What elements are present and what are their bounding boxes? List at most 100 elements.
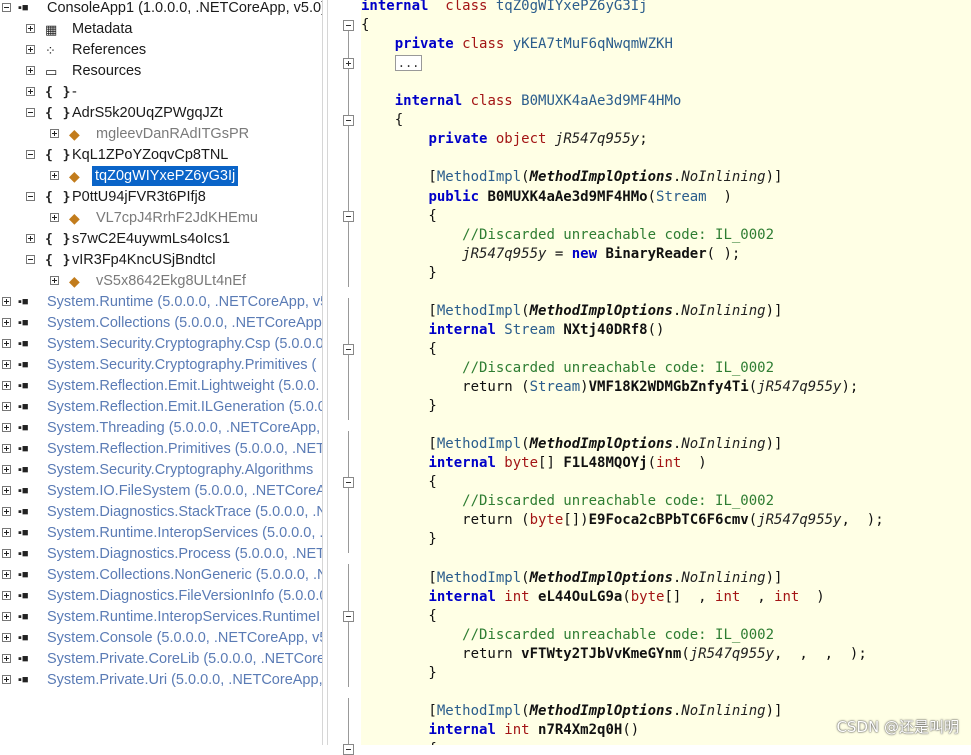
collapse-toggle-icon[interactable] xyxy=(26,192,35,201)
code-token: ( xyxy=(748,379,758,395)
code-token: () xyxy=(622,721,640,738)
tree-item-label: System.IO.FileSystem (5.0.0.0, .NETCoreA… xyxy=(47,483,322,499)
expand-toggle-icon[interactable] xyxy=(2,360,11,369)
expand-toggle-icon[interactable] xyxy=(2,318,11,327)
expand-toggle-icon[interactable] xyxy=(26,234,35,243)
class-icon: ◆ xyxy=(69,168,80,184)
expand-toggle-icon[interactable] xyxy=(50,213,59,222)
code-token: MethodImpl xyxy=(436,702,522,719)
collapse-region-icon[interactable] xyxy=(343,211,354,222)
expand-toggle-icon[interactable] xyxy=(2,654,11,663)
tree-item-label: System.Security.Cryptography.Primitives … xyxy=(47,357,317,373)
code-token: F1L48MQOYj xyxy=(563,455,648,472)
code-token: return xyxy=(361,645,522,662)
expand-toggle-icon[interactable] xyxy=(2,675,11,684)
tree-item-label: System.Threading (5.0.0.0, .NETCoreApp, … xyxy=(47,420,322,436)
expand-toggle-icon[interactable] xyxy=(2,486,11,495)
tree-item-label: System.Runtime.InteropServices.RuntimeI xyxy=(47,609,321,625)
expand-toggle-icon[interactable] xyxy=(2,297,11,306)
fold-guide-line xyxy=(348,698,349,744)
collapse-toggle-icon[interactable] xyxy=(26,150,35,159)
code-token: int xyxy=(715,588,741,605)
collapse-toggle-icon[interactable] xyxy=(2,3,11,12)
expand-toggle-icon[interactable] xyxy=(26,66,35,75)
expand-toggle-icon[interactable] xyxy=(2,402,11,411)
code-token: tqZ0gWIYxePZ6yG3Ij xyxy=(487,0,648,14)
code-token: eL44OuLG9a xyxy=(529,588,623,605)
code-token: private xyxy=(428,131,488,148)
expand-toggle-icon[interactable] xyxy=(2,549,11,558)
code-line: jR547q955y = new BinaryReader( ); xyxy=(361,245,740,264)
code-editor[interactable]: internal class tqZ0gWIYxePZ6yG3Ij{ priva… xyxy=(361,0,971,745)
code-line: { xyxy=(361,207,436,226)
tree-item-label: vIR3Fp4KncUSjBndtcl xyxy=(72,252,216,268)
code-token: jR547q955y xyxy=(757,512,842,529)
code-token: ( ); xyxy=(706,245,741,262)
folder-icon: ▭ xyxy=(45,64,58,79)
fold-guide-line xyxy=(348,222,349,287)
code-token: )] xyxy=(765,169,783,186)
collapse-region-icon[interactable] xyxy=(343,477,354,488)
namespace-icon: { } xyxy=(45,85,72,100)
assembly-icon: ▪■ xyxy=(18,590,29,602)
fold-guide-line xyxy=(348,431,349,477)
collapse-region-icon[interactable] xyxy=(343,344,354,355)
expand-toggle-icon[interactable] xyxy=(26,24,35,33)
fold-guide-line xyxy=(348,298,349,344)
assembly-icon: ▪■ xyxy=(18,653,29,665)
collapse-region-icon[interactable] xyxy=(343,611,354,622)
expand-toggle-icon[interactable] xyxy=(2,381,11,390)
code-line: { xyxy=(361,16,369,35)
expand-toggle-icon[interactable] xyxy=(2,612,11,621)
code-token: MethodImpl xyxy=(436,436,522,453)
code-token: byte xyxy=(529,512,564,529)
collapse-toggle-icon[interactable] xyxy=(26,108,35,117)
expand-toggle-icon[interactable] xyxy=(2,507,11,516)
expand-toggle-icon[interactable] xyxy=(2,633,11,642)
collapse-toggle-icon[interactable] xyxy=(26,255,35,264)
tree-item-label: System.Security.Cryptography.Algorithms xyxy=(47,462,314,478)
code-token: BinaryReader xyxy=(597,245,707,262)
code-token: MethodImplOptions xyxy=(529,436,673,453)
code-token: )] xyxy=(765,302,783,319)
assembly-icon: ▪■ xyxy=(18,548,29,560)
collapse-region-icon[interactable] xyxy=(343,744,354,755)
expand-toggle-icon[interactable] xyxy=(2,423,11,432)
code-token: n7R4Xm2q0H xyxy=(529,721,623,738)
expand-toggle-icon[interactable] xyxy=(2,444,11,453)
assembly-icon: ▪■ xyxy=(18,317,29,329)
tree-item-label: ConsoleApp1 (1.0.0.0, .NETCoreApp, v5.0) xyxy=(47,0,322,16)
expand-toggle-icon[interactable] xyxy=(2,570,11,579)
expand-toggle-icon[interactable] xyxy=(2,465,11,474)
code-token: () xyxy=(647,321,665,338)
code-token: B0MUXK4aAe3d9MF4HMo xyxy=(479,188,648,205)
assembly-icon: ▪■ xyxy=(18,380,29,392)
collapse-region-icon[interactable] xyxy=(343,115,354,126)
collapsed-region-button[interactable]: ... xyxy=(394,55,423,72)
expand-region-icon[interactable] xyxy=(343,58,354,69)
expand-toggle-icon[interactable] xyxy=(50,171,59,180)
code-token: { xyxy=(361,340,437,357)
expand-toggle-icon[interactable] xyxy=(2,339,11,348)
assembly-icon: ▪■ xyxy=(18,422,29,434)
expand-toggle-icon[interactable] xyxy=(50,129,59,138)
expand-toggle-icon[interactable] xyxy=(50,276,59,285)
assembly-explorer-tree[interactable]: ▪■ ConsoleApp1 (1.0.0.0, .NETCoreApp, v5.… xyxy=(0,0,322,745)
tree-item-label: System.Diagnostics.Process (5.0.0.0, .NE… xyxy=(47,546,322,562)
expand-toggle-icon[interactable] xyxy=(26,45,35,54)
code-token: jR547q955y xyxy=(757,379,842,395)
code-line: internal class B0MUXK4aAe3d9MF4HMo xyxy=(361,92,682,111)
code-token: [ xyxy=(361,702,437,719)
code-line: { xyxy=(361,740,436,745)
tree-item-label: AdrS5k20UqZPWgqJZt xyxy=(72,105,223,121)
expand-toggle-icon[interactable] xyxy=(26,87,35,96)
collapse-region-icon[interactable] xyxy=(343,20,354,31)
code-token: } xyxy=(361,531,437,548)
expand-toggle-icon[interactable] xyxy=(2,591,11,600)
code-token: MethodImplOptions xyxy=(529,169,673,186)
expand-toggle-icon[interactable] xyxy=(2,528,11,537)
code-token: //Discarded unreachable code: IL_0002 xyxy=(462,226,775,243)
